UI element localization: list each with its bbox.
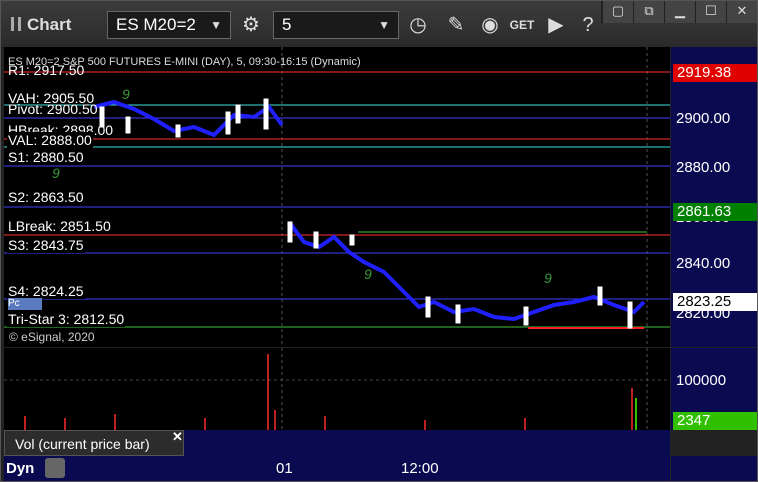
level-label: S4: 2824.25 [7,283,85,299]
level-label: S1: 2880.50 [7,149,85,165]
toolbar: Chart ES M20=2 ▼ ⚙ 5 ▼ ◷ ✎ ◉ GET ▶ ? ▢ ⧉ ▁… [1,1,757,47]
time-tick: 12:00 [401,460,439,477]
level-label: S2: 2863.50 [7,189,85,205]
window-controls: ▢ ⧉ ▁ ☐ ✕ [601,1,757,23]
price-tick: 2880.00 [676,159,731,176]
copyright: © eSignal, 2020 [9,330,95,344]
chart-window: Chart ES M20=2 ▼ ⚙ 5 ▼ ◷ ✎ ◉ GET ▶ ? ▢ ⧉ ▁… [0,0,758,482]
svg-text:9: 9 [364,266,372,282]
price-tag: 2861.63 [673,203,757,221]
dynamic-mode-label: Dyn [6,460,35,477]
svg-text:9: 9 [122,86,130,102]
grip-icon[interactable] [11,17,21,31]
close-icon[interactable]: ✕ [172,429,183,445]
minimize-icon[interactable]: ▁ [664,1,695,23]
volume-plot[interactable] [4,348,670,430]
level-label: R1: 2917.50 [8,62,85,78]
price-tag: 2919.38 [673,64,757,82]
interval-input[interactable]: 5 ▼ [273,11,399,39]
level-label: Pivot: 2900.50 [8,101,98,117]
restore-icon[interactable]: ▢ [602,1,633,23]
chevron-down-icon[interactable]: ▼ [210,18,222,32]
price-plot[interactable]: 9 9 9 9 [4,47,670,347]
window-title: Chart [11,15,71,35]
price-chart-svg: 9 9 9 9 [4,47,670,347]
level-label: LBreak: 2851.50 [7,218,112,234]
resize-icon[interactable]: ⧉ [633,1,664,23]
volume-label[interactable]: Vol (current price bar) [4,430,184,456]
svg-text:9: 9 [544,270,552,286]
indicator-icon[interactable]: ◉ [475,11,505,39]
pc-marker: Pc [8,298,42,310]
clock-icon[interactable]: ◷ [403,11,433,39]
symbol-input[interactable]: ES M20=2 ▼ [107,11,231,39]
settings-icon[interactable] [45,458,65,478]
symbol-value: ES M20=2 [116,15,196,34]
volume-chart-svg [4,348,670,430]
time-tick: 01 [276,460,293,477]
volume-axis[interactable]: 100000 2347 [671,348,757,430]
volume-tick: 100000 [676,372,727,389]
price-tick: 2840.00 [676,255,731,272]
time-axis-corner [671,456,757,481]
get-icon[interactable]: GET [507,11,537,39]
level-label: VAL: 2888.00 [7,132,93,148]
pencil-icon[interactable]: ✎ [441,11,471,39]
price-tag: 2823.25 [673,293,757,311]
level-label: S3: 2843.75 [7,237,85,253]
close-icon[interactable]: ✕ [726,1,757,23]
price-tick: 2900.00 [676,110,731,127]
svg-text:9: 9 [52,165,60,181]
interval-value: 5 [282,15,292,34]
chevron-down-icon[interactable]: ▼ [378,18,390,32]
help-icon[interactable]: ? [573,11,603,39]
price-axis[interactable]: 2919.38 2900.00 2880.00 2860.00 2861.63 … [671,47,757,347]
time-axis[interactable]: 01 12:00 [4,456,670,481]
volume-tag: 2347 [673,412,757,430]
level-label: Tri-Star 3: 2812.50 [7,311,126,327]
play-icon[interactable]: ▶ [541,11,571,39]
maximize-icon[interactable]: ☐ [695,1,726,23]
gear-icon[interactable]: ⚙ [236,11,266,39]
